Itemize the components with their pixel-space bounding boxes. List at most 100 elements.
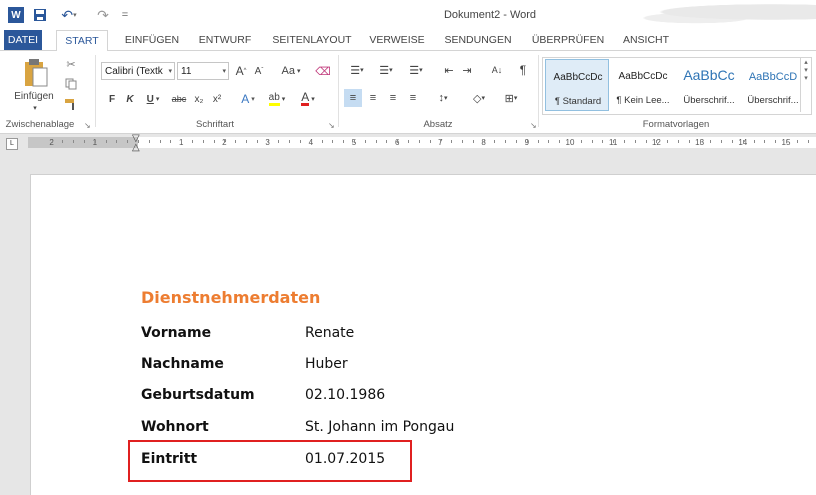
cut-icon[interactable]: ✂	[63, 56, 79, 72]
multilevel-list-icon[interactable]: ☰ ▾	[402, 61, 430, 79]
style-standard[interactable]: AaBbCcDc ¶ Standard	[545, 59, 609, 111]
ruler-tick	[214, 140, 215, 143]
highlight-color-button[interactable]: ab ▾	[264, 91, 290, 107]
tab-seitenlayout[interactable]: SEITENLAYOUT	[266, 30, 358, 50]
ruler-tick	[505, 140, 506, 143]
paste-dropdown-icon[interactable]: ▾	[30, 103, 40, 113]
shrink-font-button[interactable]: Aˇ	[252, 63, 266, 79]
tab-stop-selector-icon[interactable]: L	[6, 138, 18, 150]
customize-quick-access-icon[interactable]: =	[120, 7, 130, 23]
ruler-tick	[786, 140, 787, 143]
font-size-arrow-icon: ▾	[222, 68, 226, 75]
paste-icon[interactable]	[14, 55, 54, 89]
ruler-tick	[73, 140, 74, 143]
gallery-scroll-icon[interactable]: ▴ ▾ ▾	[800, 58, 811, 112]
ruler-tick	[300, 140, 301, 143]
redo-icon[interactable]: ↷	[92, 7, 114, 23]
change-case-button[interactable]: Aa ▾	[276, 63, 306, 79]
format-painter-icon[interactable]	[63, 96, 79, 112]
tab-sendungen[interactable]: SENDUNGEN	[438, 30, 518, 50]
group-divider	[538, 55, 539, 127]
italic-button[interactable]: K	[124, 91, 136, 107]
ruler-tick	[332, 140, 333, 143]
ruler-tick	[106, 140, 107, 143]
document-page[interactable]: Dienstnehmerdaten Vorname Renate Nachnam…	[30, 174, 816, 495]
font-name-dropdown[interactable]: Calibri (Textk ▾	[101, 62, 175, 80]
group-divider	[338, 55, 339, 127]
style-heading-2[interactable]: AaBbCcD Überschrif...	[741, 59, 805, 111]
styles-gallery: AaBbCcDc ¶ Standard AaBbCcDc ¶ Kein Lee.…	[542, 57, 812, 115]
ruler-tick	[419, 140, 420, 143]
ruler-tick	[322, 140, 323, 143]
style-no-spacing[interactable]: AaBbCcDc ¶ Kein Lee...	[611, 59, 675, 111]
word-logo-icon[interactable]: W	[8, 7, 24, 23]
ruler-tick	[116, 140, 117, 143]
bullets-icon[interactable]: ☰ ▾	[344, 61, 370, 79]
ruler-tick	[700, 140, 701, 143]
ruler-tick	[365, 140, 366, 143]
style-heading-1[interactable]: AaBbCc Überschrif...	[677, 59, 741, 111]
group-divider	[95, 55, 96, 127]
horizontal-ruler[interactable]: L 21123456789101112131415 ▽△	[0, 134, 816, 153]
borders-icon[interactable]: ⊞ ▾	[498, 89, 524, 107]
tab-start[interactable]: START	[56, 30, 108, 52]
ruler-tick	[808, 140, 809, 143]
ruler-tick	[624, 140, 625, 143]
ruler-tick	[451, 140, 452, 143]
align-center-icon[interactable]: ≡	[364, 89, 382, 107]
ruler-tick	[473, 140, 474, 143]
save-icon[interactable]	[33, 7, 47, 23]
field-label: Wohnort	[141, 419, 209, 435]
ruler-tick	[127, 140, 128, 143]
ruler-tick	[775, 140, 776, 143]
grow-font-button[interactable]: A ^	[234, 63, 248, 79]
decrease-indent-icon[interactable]: ⇤	[440, 61, 458, 79]
shading-icon[interactable]: ◇ ▾	[466, 89, 492, 107]
paste-button[interactable]: Einfügen	[12, 89, 56, 103]
tab-datei[interactable]: DATEI	[4, 30, 42, 50]
numbering-icon[interactable]: ☰ ▾	[373, 61, 399, 79]
subscript-button[interactable]: x₂	[192, 91, 206, 107]
underline-button[interactable]: U ▾	[142, 91, 164, 107]
copy-icon[interactable]	[63, 76, 79, 92]
superscript-button[interactable]: x²	[210, 91, 224, 107]
font-size-dropdown[interactable]: 11 ▾	[177, 62, 229, 80]
strikethrough-button[interactable]: abc	[170, 91, 188, 107]
increase-indent-icon[interactable]: ⇥	[458, 61, 476, 79]
ruler-tick	[160, 140, 161, 143]
ruler-tick	[84, 140, 85, 143]
tab-ueberpruefen[interactable]: ÜBERPRÜFEN	[528, 30, 608, 50]
ruler-tick	[667, 140, 668, 143]
justify-icon[interactable]: ≡	[404, 89, 422, 107]
style-sample: AaBbCcD	[748, 71, 798, 83]
clear-formatting-icon[interactable]: ⌫	[314, 63, 332, 79]
indent-marker-icon[interactable]: ▽ △	[132, 134, 140, 153]
line-spacing-icon[interactable]: ↕ ▾	[430, 89, 456, 107]
ruler-tick	[311, 140, 312, 143]
bold-button[interactable]: F	[106, 91, 118, 107]
tab-entwurf[interactable]: ENTWURF	[194, 30, 256, 50]
ruler-tick	[602, 140, 603, 143]
font-name-value: Calibri (Textk	[105, 66, 163, 77]
tab-verweise[interactable]: VERWEISE	[366, 30, 428, 50]
text-effects-button[interactable]: A ▾	[236, 91, 260, 107]
paragraph-launcher-icon[interactable]: ↘	[530, 121, 537, 130]
show-formatting-button[interactable]: ¶	[514, 61, 532, 79]
font-launcher-icon[interactable]: ↘	[328, 121, 335, 130]
tab-ansicht[interactable]: ANSICHT	[616, 30, 676, 50]
style-sample: AaBbCcDc	[553, 72, 603, 83]
undo-icon[interactable]: ↶ ▾	[58, 7, 80, 23]
align-right-icon[interactable]: ≡	[384, 89, 402, 107]
ruler-tick	[527, 140, 528, 143]
clipboard-launcher-icon[interactable]: ↘	[84, 121, 91, 130]
ruler-tick	[494, 140, 495, 143]
align-left-icon[interactable]: ≡	[344, 89, 362, 107]
style-name: Überschrif...	[683, 95, 735, 106]
font-color-button[interactable]: A ▾	[296, 91, 320, 107]
sort-icon[interactable]: A↓	[488, 61, 506, 79]
ruler-tick	[592, 140, 593, 143]
tab-einfuegen[interactable]: EINFÜGEN	[118, 30, 186, 50]
title-bar: W ↶ ▾ ↷ = Dokument2 - Word	[0, 0, 816, 30]
style-name: ¶ Kein Lee...	[616, 95, 670, 106]
ruler-tick	[646, 140, 647, 143]
